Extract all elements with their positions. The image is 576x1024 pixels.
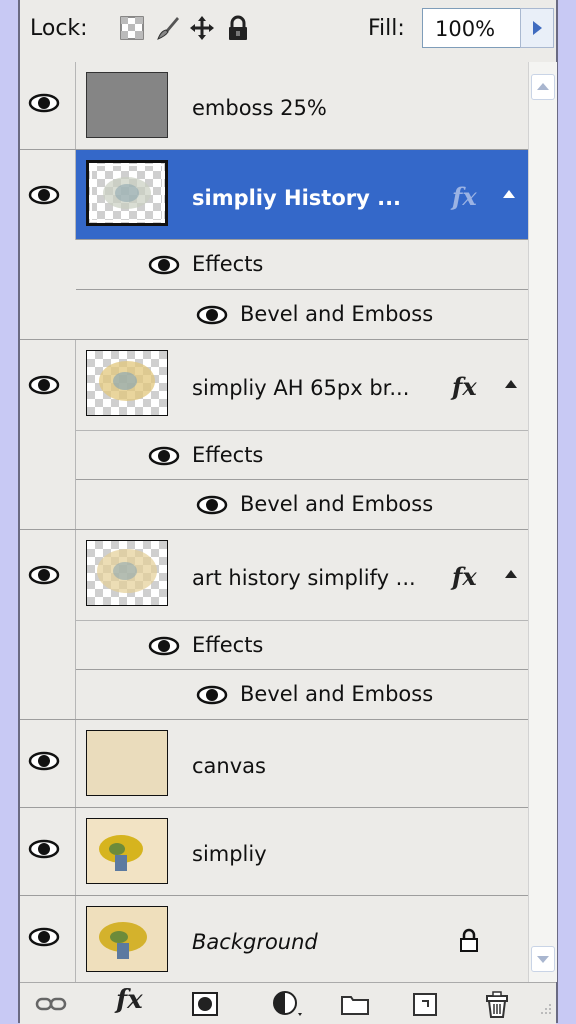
layer-row-background[interactable]: Background (20, 896, 528, 982)
layer-row-simpliy-ah[interactable]: simpliy AH 65px br... fx Effects Bevel a… (20, 340, 528, 530)
effects-row[interactable]: Effects (76, 240, 528, 290)
layer-thumbnail (86, 160, 168, 226)
layer-name[interactable]: simpliy History ... (192, 186, 401, 210)
new-layer-icon[interactable] (408, 989, 442, 1019)
layer-thumbnail (86, 818, 168, 884)
link-layers-icon[interactable] (34, 989, 68, 1019)
layer-name[interactable]: simpliy (192, 842, 267, 866)
fill-label: Fill: (368, 16, 405, 41)
lock-label: Lock: (30, 16, 88, 41)
layers-scrollbar[interactable] (528, 62, 557, 982)
lock-position-icon[interactable] (188, 14, 216, 42)
scroll-down-button[interactable] (531, 946, 555, 972)
effects-label: Effects (192, 252, 264, 276)
scroll-up-button[interactable] (531, 74, 555, 100)
layer-thumbnail (86, 730, 168, 796)
layers-panel: Lock: Fill: 100% emboss 25% simpliy Hist… (18, 0, 558, 1024)
eye-icon (28, 93, 60, 113)
layer-thumbnail (86, 540, 168, 606)
visibility-toggle[interactable] (20, 896, 76, 982)
lock-image-pixels-icon[interactable] (154, 14, 182, 42)
layer-row-simpliy[interactable]: simpliy (20, 808, 528, 896)
layer-row-simpliy-history[interactable]: simpliy History ... fx (76, 150, 528, 240)
effects-row[interactable]: Effects (76, 430, 528, 480)
fill-input[interactable]: 100% (422, 8, 522, 48)
eye-icon[interactable] (196, 684, 228, 706)
new-group-icon[interactable] (338, 989, 372, 1019)
add-mask-icon[interactable] (188, 989, 222, 1019)
layer-name[interactable]: emboss 25% (192, 96, 327, 120)
layers-bottom-bar: fx (20, 982, 556, 1024)
fx-icon[interactable]: fx (452, 562, 477, 591)
effect-row[interactable]: Bevel and Emboss (76, 670, 528, 720)
layer-thumbnail (86, 906, 168, 972)
resize-grip-icon[interactable] (536, 1001, 554, 1019)
layer-thumbnail (86, 72, 168, 138)
layer-name[interactable]: art history simplify ... (192, 566, 416, 590)
visibility-toggle[interactable] (20, 150, 76, 240)
lock-all-icon[interactable] (224, 14, 252, 42)
layer-lock-icon (460, 928, 478, 952)
lock-transparent-pixels-icon[interactable] (118, 14, 146, 42)
eye-icon (28, 751, 60, 771)
layer-style-icon[interactable]: fx (116, 985, 143, 1015)
eye-icon[interactable] (148, 635, 180, 657)
effect-row[interactable]: Bevel and Emboss (76, 290, 528, 340)
fx-icon[interactable]: fx (452, 372, 477, 401)
layer-name[interactable]: simpliy AH 65px br... (192, 376, 409, 400)
eye-icon (28, 839, 60, 859)
visibility-toggle[interactable] (20, 808, 76, 895)
eye-icon (28, 927, 60, 947)
layer-row-canvas[interactable]: canvas (20, 720, 528, 808)
eye-icon (28, 185, 60, 205)
effects-label: Effects (192, 633, 264, 657)
eye-icon[interactable] (196, 494, 228, 516)
visibility-toggle[interactable] (20, 720, 76, 807)
layer-row-art-history[interactable]: art history simplify ... fx Effects Beve… (20, 530, 528, 720)
effects-label: Effects (192, 443, 264, 467)
effects-row[interactable]: Effects (76, 620, 528, 670)
visibility-toggle[interactable] (20, 340, 76, 529)
eye-icon[interactable] (148, 445, 180, 467)
delete-layer-icon[interactable] (480, 989, 514, 1019)
layer-row-emboss[interactable]: emboss 25% (20, 62, 528, 150)
fx-icon[interactable]: fx (452, 182, 477, 211)
eye-icon[interactable] (196, 304, 228, 326)
expand-effects-button[interactable] (496, 180, 522, 210)
effect-label: Bevel and Emboss (240, 492, 434, 516)
fill-slider-button[interactable] (520, 8, 554, 48)
visibility-toggle[interactable] (20, 62, 76, 149)
visibility-toggle[interactable] (20, 530, 76, 719)
eye-icon (28, 375, 60, 395)
lock-bar: Lock: Fill: 100% (20, 0, 556, 63)
layers-list: emboss 25% simpliy History ... fx Effect… (20, 62, 528, 982)
eye-icon (28, 565, 60, 585)
layer-thumbnail (86, 350, 168, 416)
layer-name[interactable]: canvas (192, 754, 266, 778)
layer-name[interactable]: Background (192, 930, 318, 954)
effect-row[interactable]: Bevel and Emboss (76, 480, 528, 530)
effect-label: Bevel and Emboss (240, 682, 434, 706)
expand-effects-button[interactable] (498, 560, 524, 590)
effect-label: Bevel and Emboss (240, 302, 434, 326)
adjustment-layer-icon[interactable] (270, 989, 304, 1019)
expand-effects-button[interactable] (498, 370, 524, 400)
eye-icon[interactable] (148, 254, 180, 276)
